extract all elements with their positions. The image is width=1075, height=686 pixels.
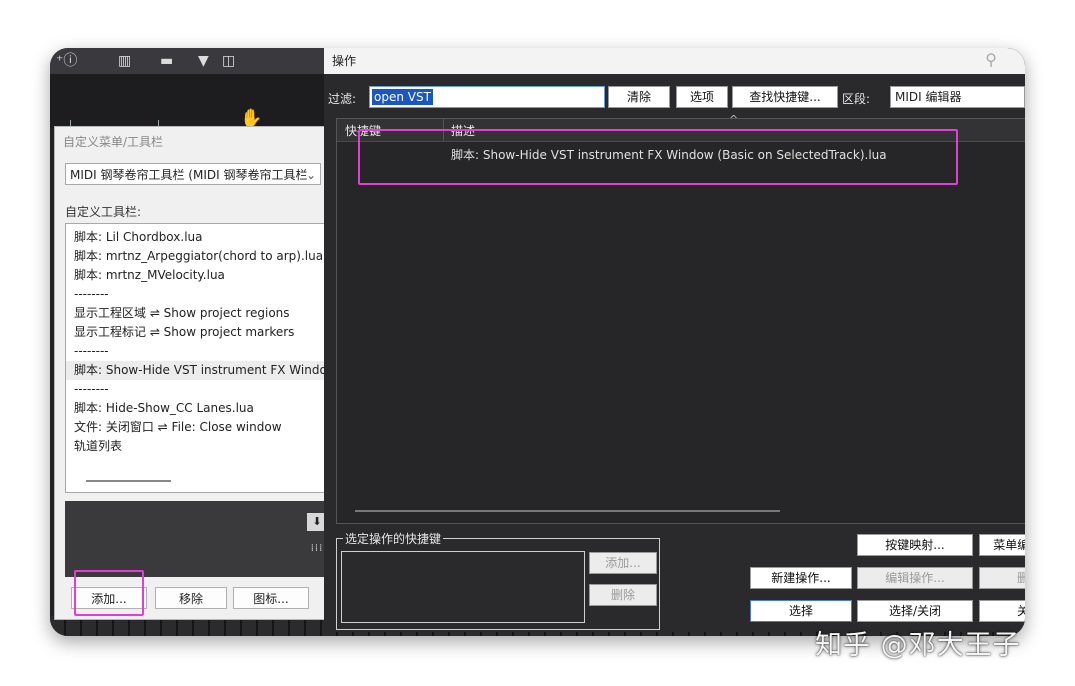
window-icon[interactable]: ◫: [222, 52, 235, 70]
title-bar: 操作 ⚲: [324, 48, 1025, 74]
list-item[interactable]: 显示工程区域 ⇌ Show project regions: [66, 304, 324, 323]
daw-toolbar: ⁺ⓘ ▥ ▬ ▼ ◫: [50, 48, 324, 74]
list-item[interactable]: 文件: 关闭窗口 ⇌ File: Close window: [66, 418, 324, 437]
list-item[interactable]: 脚本: Lil Chordbox.lua: [66, 228, 324, 247]
section-label: 区段:: [842, 92, 871, 106]
icon-button[interactable]: 图标...: [233, 587, 309, 609]
filter-label: 过滤:: [328, 92, 357, 106]
list-item[interactable]: 轨道列表: [66, 437, 324, 456]
select-close-button[interactable]: 选择/关闭: [857, 600, 973, 622]
shortcut-add-button[interactable]: 添加...: [589, 552, 657, 574]
shortcuts-group: 选定操作的快捷键 添加... 删除: [336, 530, 660, 630]
group-label: 选定操作的快捷键: [343, 530, 444, 547]
delete-action-button[interactable]: 删除: [979, 567, 1025, 589]
toolbar-label: 自定义工具栏:: [65, 205, 142, 219]
filter-input-value: open VST: [372, 89, 433, 105]
panel-title: 自定义菜单/工具栏: [63, 135, 164, 149]
watermark: 知乎 @邓大王子: [815, 630, 1021, 661]
toolbar-select-value: MIDI 钢琴卷帘工具栏 (MIDI 钢琴卷帘工具栏: [70, 168, 308, 182]
list-separator[interactable]: --------: [66, 285, 324, 304]
pin-icon[interactable]: ⚲: [985, 50, 997, 69]
shortcut-list[interactable]: [341, 551, 585, 623]
close-button[interactable]: 关闭: [979, 600, 1025, 622]
screenshot-frame: ⁺ⓘ ▥ ▬ ▼ ◫ ✋ 自定义菜单/工具栏 MIDI 钢琴卷帘工具栏 (MID…: [50, 48, 1025, 636]
piano-icon[interactable]: ▥: [118, 52, 131, 70]
clear-button[interactable]: 清除: [608, 86, 670, 108]
section-select[interactable]: MIDI 编辑器: [890, 86, 1025, 108]
info-icon[interactable]: ⁺ⓘ: [56, 52, 77, 70]
find-shortcut-button[interactable]: 查找快捷键...: [732, 86, 838, 108]
filter-input[interactable]: open VST: [369, 86, 605, 108]
horizontal-scrollbar[interactable]: [86, 480, 171, 482]
customize-toolbar-panel: 自定义菜单/工具栏 MIDI 钢琴卷帘工具栏 (MIDI 钢琴卷帘工具栏 ⌄ 自…: [54, 126, 327, 620]
shortcut-delete-button[interactable]: 删除: [589, 584, 657, 606]
dropdown-triangle-icon[interactable]: ▼: [198, 52, 209, 70]
list-item[interactable]: 显示工程标记 ⇌ Show project markers: [66, 323, 324, 342]
daw-track-area: [50, 74, 324, 128]
remove-button[interactable]: 移除: [155, 587, 227, 609]
chevron-down-icon: ⌄: [305, 168, 316, 182]
list-item[interactable]: 脚本: Hide-Show_CC Lanes.lua: [66, 399, 324, 418]
draw-icon[interactable]: ▬: [160, 52, 173, 70]
edit-action-button[interactable]: 编辑操作...: [857, 567, 973, 589]
highlight-box: [74, 570, 144, 616]
list-item[interactable]: 脚本: mrtnz_Arpeggiator(chord to arp).lua: [66, 247, 324, 266]
menu-editor-button[interactable]: 菜单编辑器...: [979, 534, 1025, 556]
select-button[interactable]: 选择: [750, 600, 852, 622]
actions-window: 操作 ⚲ 过滤: open VST 清除 选项 查找快捷键... 区段: MID…: [324, 48, 1025, 632]
sort-caret-icon: ^: [729, 113, 739, 126]
window-title: 操作: [332, 54, 357, 68]
toolbar-item-list[interactable]: 脚本: Lil Chordbox.lua 脚本: mrtnz_Arpeggiat…: [65, 223, 325, 493]
highlight-box: [358, 129, 958, 185]
toolbar-select[interactable]: MIDI 钢琴卷帘工具栏 (MIDI 钢琴卷帘工具栏 ⌄: [65, 163, 321, 185]
list-item-selected[interactable]: 脚本: Show-Hide VST instrument FX Window: [66, 361, 324, 380]
horizontal-scrollbar[interactable]: [355, 510, 780, 512]
list-separator[interactable]: --------: [66, 342, 324, 361]
options-button[interactable]: 选项: [676, 86, 728, 108]
list-item[interactable]: 脚本: mrtnz_MVelocity.lua: [66, 266, 324, 285]
list-separator[interactable]: --------: [66, 380, 324, 399]
new-action-button[interactable]: 新建操作...: [750, 567, 852, 589]
key-mapping-button[interactable]: 按键映射...: [857, 534, 973, 556]
toolbar-preview: ⬇ ⁞⁞⁞: [65, 501, 327, 577]
